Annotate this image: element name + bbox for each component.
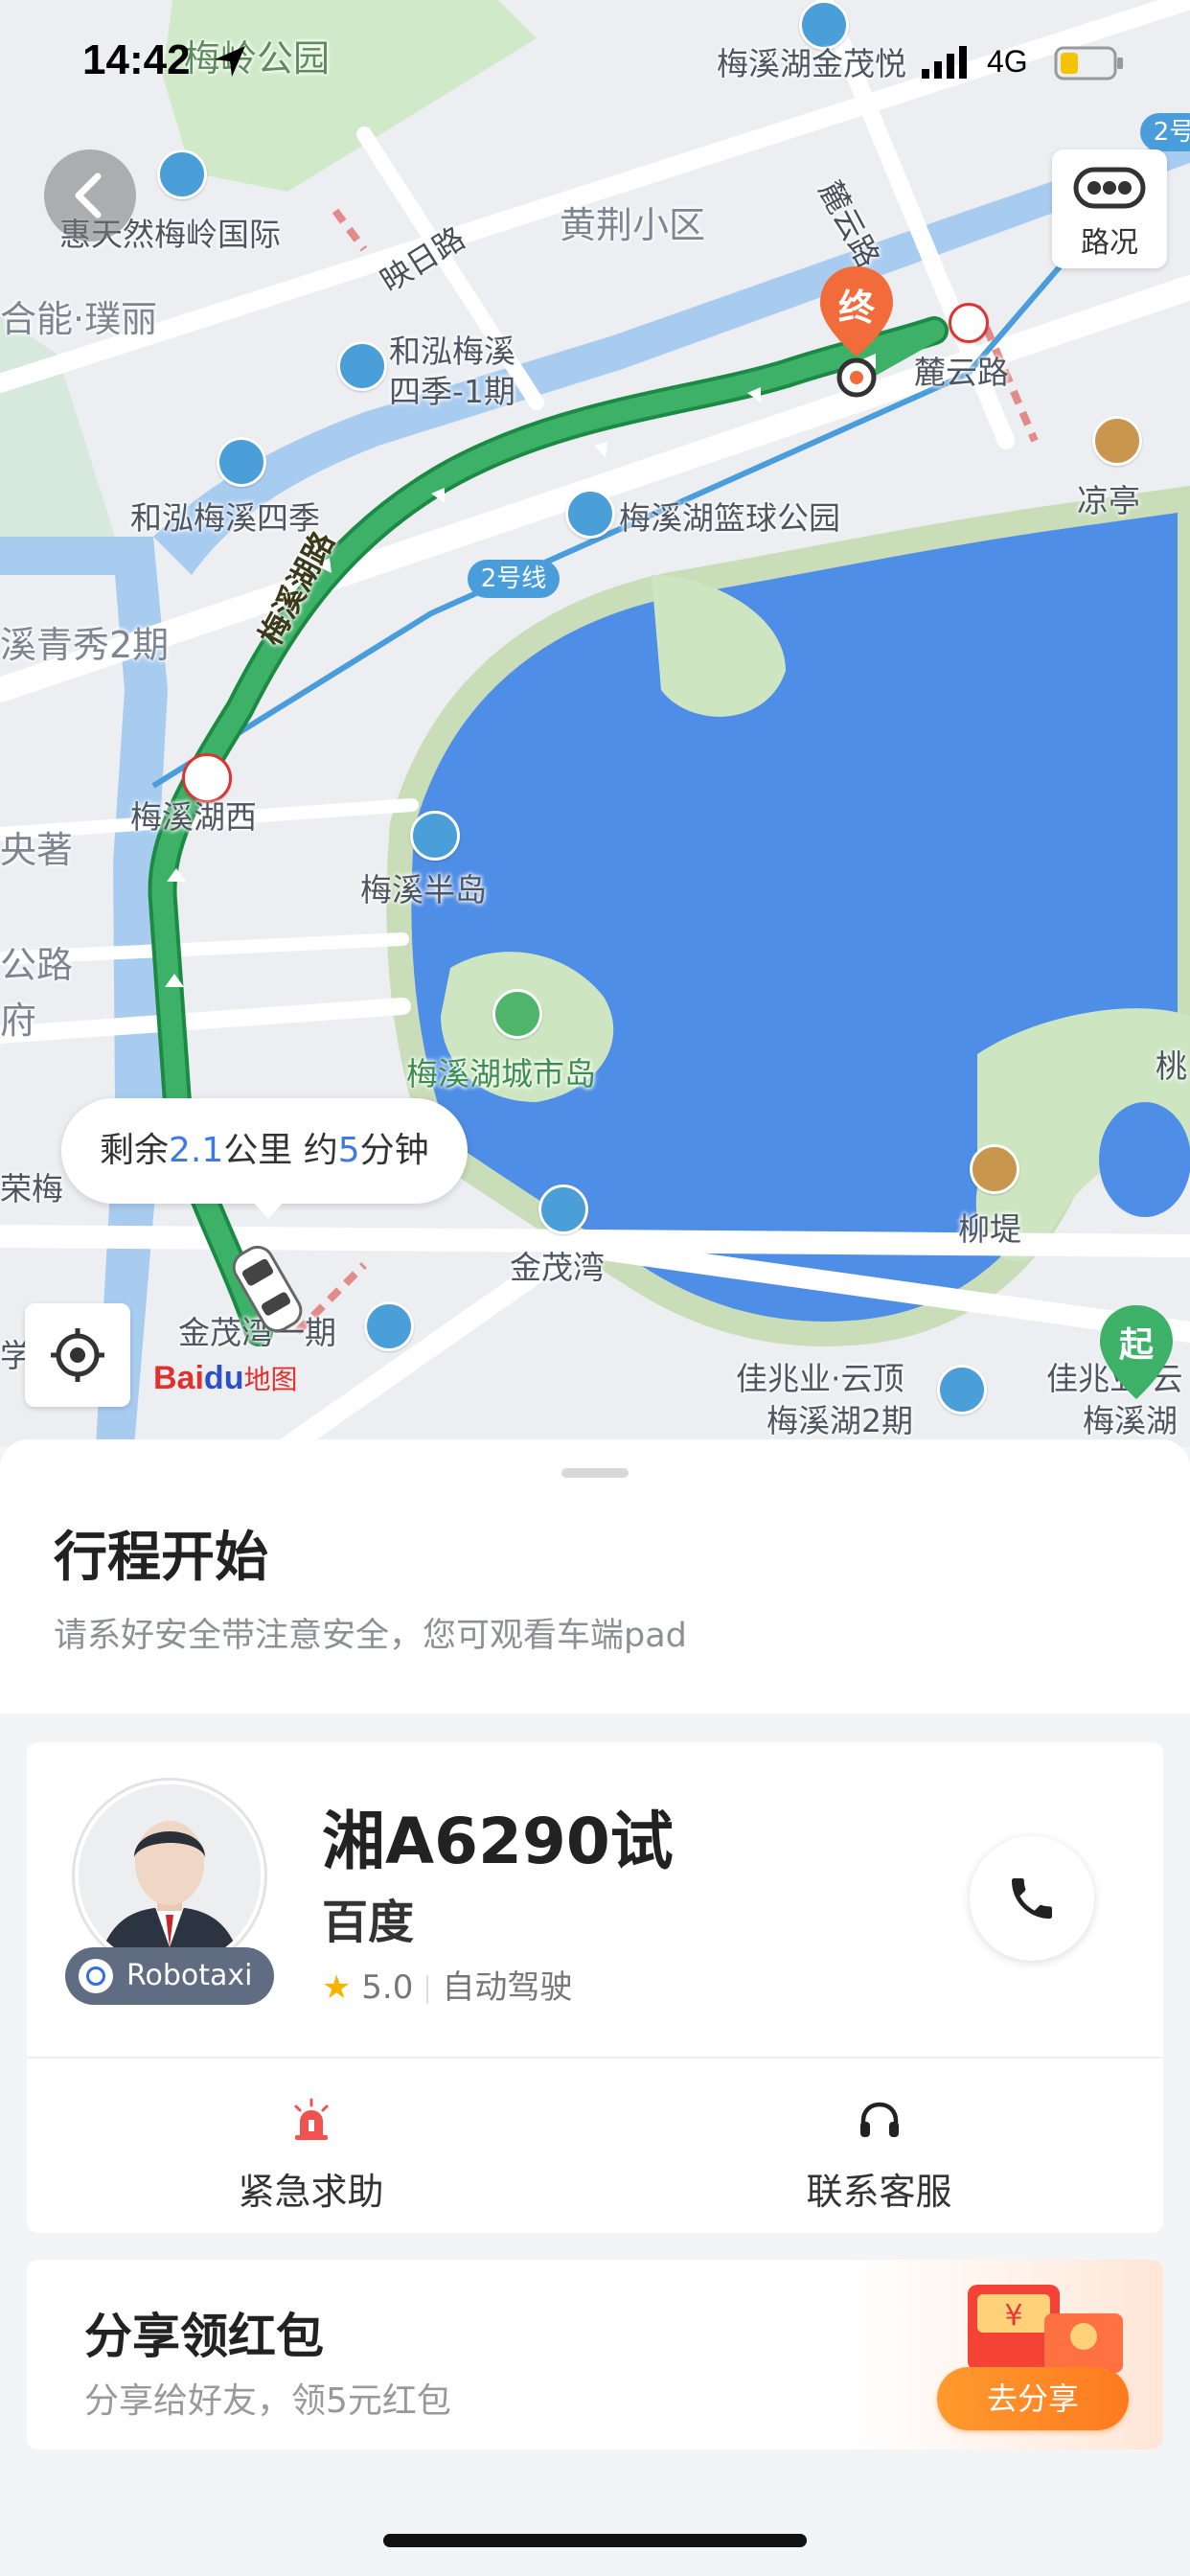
- metro-line-badge: 2号: [1140, 113, 1190, 151]
- map-label: 桃: [1156, 1047, 1187, 1085]
- status-bar: 14:42 4G: [0, 36, 1190, 94]
- crosshair-icon: [51, 1328, 104, 1382]
- star-icon: ★: [322, 1968, 352, 2007]
- map-label: 凉亭: [1077, 482, 1140, 519]
- red-envelope-icon: ¥: [968, 2285, 1123, 2373]
- map-label: 溪青秀2期: [0, 624, 170, 666]
- emergency-help-button[interactable]: 紧急求助: [27, 2078, 595, 2221]
- location-arrow-icon: [215, 46, 245, 77]
- customer-service-label: 联系客服: [806, 2171, 952, 2213]
- poi-icon: [1092, 416, 1142, 466]
- eta-bubble: 剩余2.1公里 约5分钟: [61, 1098, 468, 1219]
- eta-mid: 公里 约: [223, 1131, 338, 1170]
- map-label: 柳堤: [958, 1210, 1021, 1248]
- poi-icon: [410, 811, 460, 861]
- share-subtitle: 分享给好友，领5元红包: [84, 2381, 451, 2421]
- map-label: 和泓梅溪四季: [130, 499, 320, 537]
- poi-icon: [970, 1144, 1019, 1194]
- map-label: 金茂湾: [510, 1249, 605, 1286]
- map-label: 梅溪湖篮球公园: [619, 499, 840, 537]
- map-label: 梅溪半岛: [360, 871, 487, 908]
- traffic-icon: [1073, 167, 1146, 209]
- trip-subtitle: 请系好安全带注意安全，您可观看车端pad: [54, 1617, 687, 1655]
- map-label: 府: [0, 1000, 37, 1042]
- map-label: 公路: [0, 944, 74, 986]
- battery-icon: [1054, 46, 1123, 80]
- map-label: 黄荆小区: [560, 204, 706, 246]
- network-type: 4G: [987, 44, 1028, 79]
- home-indicator[interactable]: [383, 2534, 807, 2547]
- signal-icon: [922, 46, 967, 79]
- traffic-label: 路况: [1081, 226, 1138, 260]
- divider: [27, 2057, 1163, 2058]
- robotaxi-icon: [79, 1959, 113, 1993]
- drive-mode-tag: 自动驾驶: [442, 1968, 573, 2007]
- svg-text:¥: ¥: [1004, 2299, 1022, 2333]
- vehicle-card: Robotaxi 湘A6290试 百度 ★ 5.0 自动驾驶 紧急求助 联系客服: [27, 1742, 1163, 2233]
- poi-icon: [492, 989, 542, 1039]
- baidu-map-logo: Baidu地图: [153, 1360, 298, 1396]
- chevron-left-icon: [75, 172, 102, 218]
- share-title: 分享领红包: [84, 2309, 324, 2364]
- share-card[interactable]: 分享领红包 分享给好友，领5元红包 ¥ 去分享: [27, 2260, 1163, 2450]
- alarm-icon: [294, 2098, 329, 2140]
- map-label: 麓云路: [914, 354, 1009, 391]
- map-view[interactable]: 梅岭公园 梅溪湖金茂悦 惠天然梅岭国际 映日路 黄荆小区 麓云路 合能·璞丽 和…: [0, 0, 1190, 1447]
- map-label: 梅溪湖2期: [767, 1402, 913, 1439]
- eta-suffix: 分钟: [359, 1131, 429, 1170]
- robotaxi-label: Robotaxi: [126, 1959, 253, 1992]
- traffic-toggle-button[interactable]: 路况: [1052, 150, 1167, 268]
- eta-prefix: 剩余: [100, 1131, 170, 1170]
- rating-row: ★ 5.0 自动驾驶: [322, 1961, 572, 2008]
- map-label: 荣梅: [0, 1170, 63, 1208]
- headset-icon: [860, 2102, 899, 2137]
- status-time: 14:42: [82, 36, 191, 83]
- eta-minutes: 5: [337, 1131, 360, 1170]
- map-label: 佳兆业·云顶: [736, 1360, 904, 1397]
- trip-status-sheet[interactable]: 行程开始 请系好安全带注意安全，您可观看车端pad: [0, 1439, 1190, 1714]
- license-plate: 湘A6290试: [322, 1805, 674, 1878]
- avatar: [75, 1781, 264, 1970]
- call-button[interactable]: [970, 1836, 1094, 1961]
- map-label: 梅溪湖西: [130, 798, 257, 836]
- map-label: 合能·璞丽: [0, 298, 158, 340]
- share-button[interactable]: 去分享: [937, 2367, 1129, 2430]
- poi-icon: [538, 1184, 588, 1234]
- poi-icon: [217, 437, 266, 487]
- phone-icon: [1012, 1878, 1052, 1919]
- customer-service-button[interactable]: 联系客服: [595, 2078, 1163, 2221]
- eta-distance: 2.1: [169, 1131, 224, 1170]
- car-icon: [232, 1245, 303, 1333]
- map-label: 梅溪湖城市岛: [406, 1055, 596, 1092]
- map-label: 四季-1期: [389, 373, 515, 410]
- emergency-help-label: 紧急求助: [238, 2171, 384, 2213]
- metro-station-icon: [949, 303, 989, 343]
- locate-me-button[interactable]: [25, 1303, 130, 1407]
- back-button[interactable]: [44, 150, 136, 242]
- poi-icon: [337, 341, 387, 391]
- robotaxi-badge: Robotaxi: [65, 1947, 274, 2005]
- drag-handle[interactable]: [561, 1468, 629, 1478]
- map-label: 央著: [0, 829, 74, 871]
- operator-name: 百度: [322, 1896, 415, 1949]
- poi-icon: [364, 1301, 414, 1351]
- map-label: 和泓梅溪: [389, 333, 515, 370]
- start-marker-label: 起: [1118, 1325, 1154, 1365]
- metro-line-badge: 2号线: [468, 560, 560, 598]
- destination-marker-label: 终: [837, 287, 875, 329]
- poi-icon: [157, 150, 207, 199]
- poi-icon: [565, 489, 615, 539]
- rating-value: 5.0: [361, 1968, 414, 2007]
- trip-title: 行程开始: [54, 1527, 268, 1589]
- poi-icon: [937, 1365, 987, 1414]
- driver-avatar-icon: [79, 1784, 261, 1966]
